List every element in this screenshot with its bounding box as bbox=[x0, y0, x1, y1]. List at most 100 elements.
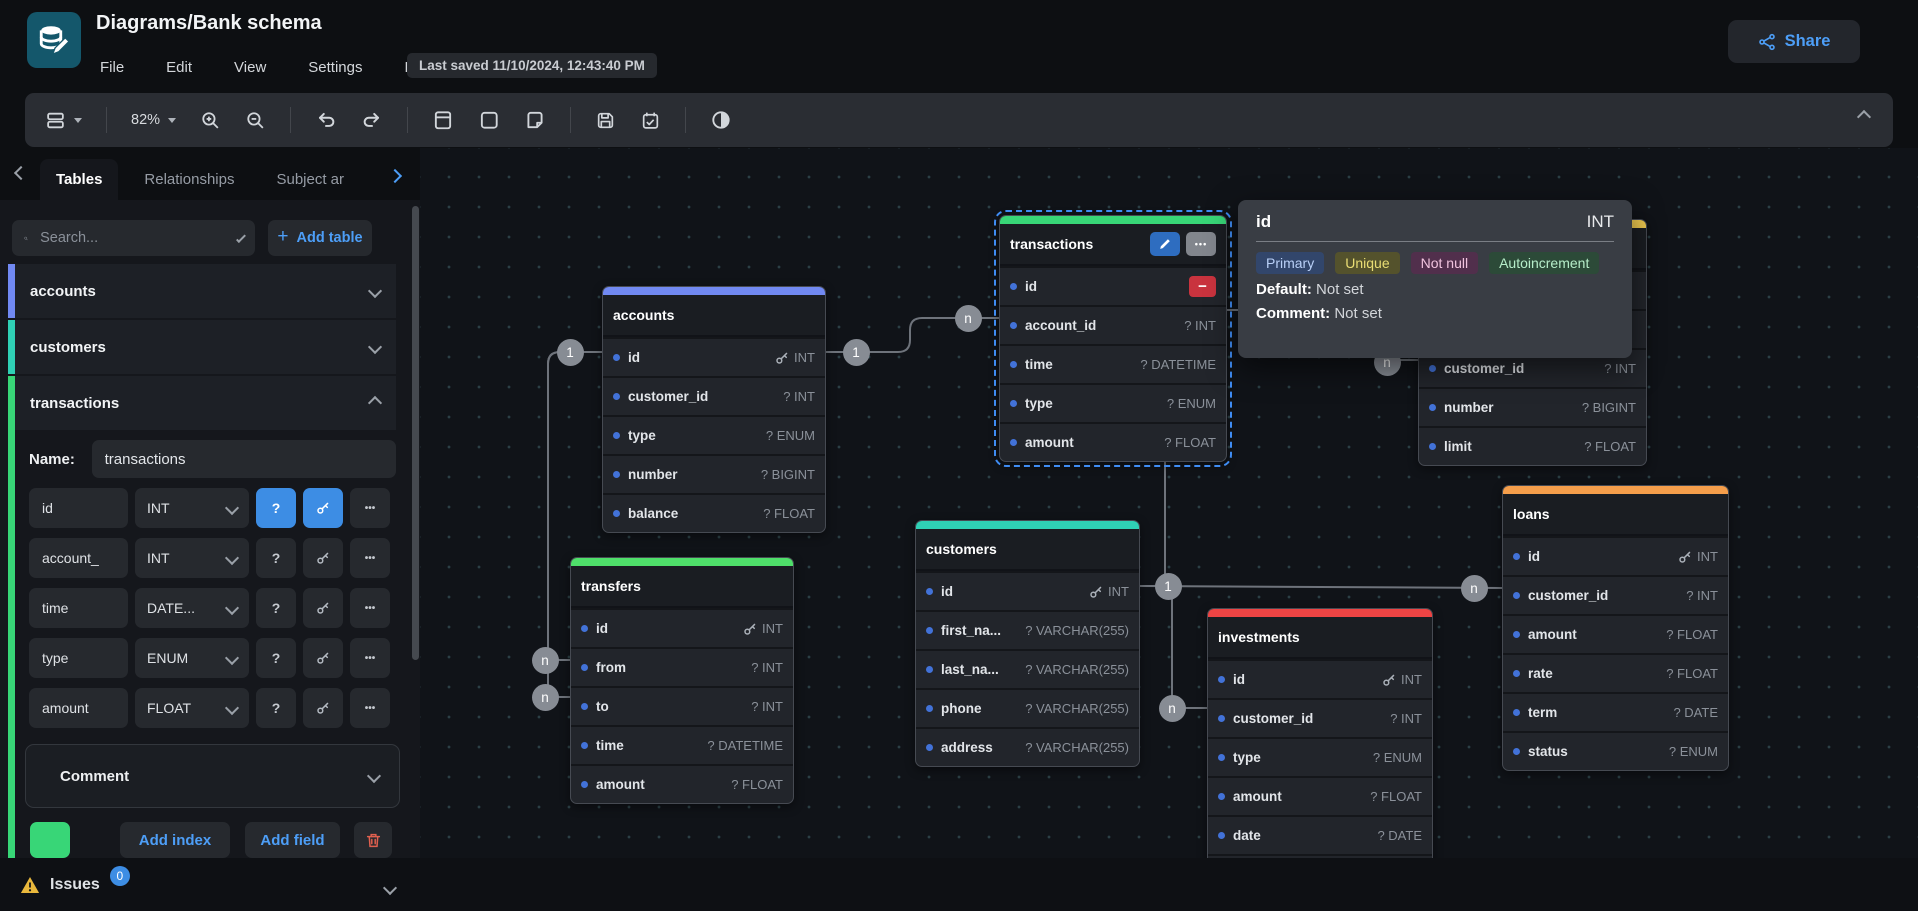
redo-button[interactable] bbox=[361, 109, 383, 131]
nullable-toggle-button[interactable]: ? bbox=[256, 638, 296, 678]
field-type-dropdown[interactable]: FLOAT bbox=[135, 688, 249, 728]
table-header[interactable]: transfers bbox=[571, 566, 793, 608]
table-field-row[interactable]: amount? FLOAT bbox=[1000, 422, 1226, 461]
table-field-row[interactable]: date? DATE bbox=[1208, 815, 1432, 854]
tabs-scroll-left-button[interactable] bbox=[10, 159, 32, 189]
table-field-row[interactable]: number? BIGINT bbox=[603, 454, 825, 493]
tab-relationships[interactable]: Relationships bbox=[128, 159, 250, 200]
canvas-table-accounts[interactable]: accountsidINTcustomer_id? INTtype? ENUMn… bbox=[602, 286, 826, 533]
sidebar-scrollbar[interactable] bbox=[412, 206, 419, 660]
table-field-row[interactable]: balance? FLOAT bbox=[603, 493, 825, 532]
field-name-button[interactable]: type bbox=[29, 638, 128, 678]
field-more-options-button[interactable]: ••• bbox=[350, 488, 390, 528]
add-area-tool-button[interactable] bbox=[478, 109, 500, 131]
field-more-options-button[interactable]: ••• bbox=[350, 638, 390, 678]
field-name-button[interactable]: id bbox=[29, 488, 128, 528]
nullable-toggle-button[interactable]: ? bbox=[256, 538, 296, 578]
table-field-row[interactable]: time? DATETIME bbox=[571, 725, 793, 764]
nullable-toggle-button[interactable]: ? bbox=[256, 488, 296, 528]
table-field-row[interactable]: first_na...? VARCHAR(255) bbox=[916, 610, 1139, 649]
table-field-row[interactable]: from? INT bbox=[571, 647, 793, 686]
primary-key-toggle-button[interactable] bbox=[303, 688, 343, 728]
toolbar-collapse-button[interactable] bbox=[1859, 109, 1869, 127]
table-name-input[interactable] bbox=[92, 440, 396, 478]
drawdb-logo-icon[interactable] bbox=[27, 12, 81, 68]
table-field-row[interactable]: idINT bbox=[1208, 659, 1432, 698]
zoom-in-button[interactable] bbox=[200, 110, 221, 131]
view-mode-button[interactable] bbox=[45, 110, 82, 131]
issues-label[interactable]: Issues bbox=[50, 876, 100, 894]
table-header[interactable]: transactions••• bbox=[1000, 224, 1226, 266]
table-accordion-header[interactable]: transactions bbox=[8, 376, 396, 430]
table-field-row[interactable]: account_id? INT bbox=[1000, 305, 1226, 344]
table-field-row[interactable]: idINT bbox=[1503, 536, 1728, 575]
field-name-button[interactable]: time bbox=[29, 588, 128, 628]
table-field-row[interactable]: customer_id? INT bbox=[1208, 698, 1432, 737]
nullable-toggle-button[interactable]: ? bbox=[256, 688, 296, 728]
canvas-table-customers[interactable]: customersidINTfirst_na...? VARCHAR(255)l… bbox=[915, 520, 1140, 767]
table-field-row[interactable]: time? DATETIME bbox=[1000, 344, 1226, 383]
edit-table-button[interactable] bbox=[1150, 232, 1180, 256]
menu-item-edit[interactable]: Edit bbox=[160, 56, 198, 79]
table-field-row[interactable]: status? ENUM bbox=[1503, 731, 1728, 770]
search-box[interactable] bbox=[12, 220, 255, 256]
table-header[interactable]: accounts bbox=[603, 295, 825, 337]
tab-tables[interactable]: Tables bbox=[40, 159, 118, 200]
table-field-row[interactable]: amount? FLOAT bbox=[571, 764, 793, 803]
table-field-row[interactable]: amount? FLOAT bbox=[1208, 776, 1432, 815]
comment-section[interactable]: Comment bbox=[25, 744, 400, 808]
table-field-row[interactable]: idINT bbox=[571, 608, 793, 647]
table-field-row[interactable]: address? VARCHAR(255) bbox=[916, 727, 1139, 766]
primary-key-toggle-button[interactable] bbox=[303, 588, 343, 628]
delete-field-button[interactable]: − bbox=[1189, 276, 1216, 297]
add-table-tool-button[interactable] bbox=[432, 109, 454, 131]
tabs-scroll-right-button[interactable] bbox=[390, 168, 400, 186]
table-field-row[interactable]: customer_id? INT bbox=[603, 376, 825, 415]
table-field-row[interactable]: type? ENUM bbox=[1208, 737, 1432, 776]
primary-key-toggle-button[interactable] bbox=[303, 538, 343, 578]
issues-collapse-button[interactable] bbox=[385, 880, 395, 898]
table-field-row[interactable]: limit? FLOAT bbox=[1419, 426, 1646, 465]
canvas-table-transfers[interactable]: transfersidINTfrom? INTto? INTtime? DATE… bbox=[570, 557, 794, 804]
table-header[interactable]: loans bbox=[1503, 494, 1728, 536]
table-field-row[interactable]: type? ENUM bbox=[603, 415, 825, 454]
field-more-options-button[interactable]: ••• bbox=[350, 688, 390, 728]
zoom-level-dropdown[interactable]: 82% bbox=[131, 112, 176, 128]
field-type-dropdown[interactable]: INT bbox=[135, 488, 249, 528]
table-field-row[interactable]: amount? FLOAT bbox=[1503, 614, 1728, 653]
table-header[interactable]: investments bbox=[1208, 617, 1432, 659]
table-field-row[interactable]: type? ENUM bbox=[1000, 383, 1226, 422]
table-field-row[interactable]: last_na...? VARCHAR(255) bbox=[916, 649, 1139, 688]
menu-item-file[interactable]: File bbox=[94, 56, 130, 79]
todo-button[interactable] bbox=[640, 110, 661, 131]
field-more-options-button[interactable]: ••• bbox=[350, 538, 390, 578]
table-field-row[interactable]: phone? VARCHAR(255) bbox=[916, 688, 1139, 727]
table-field-row[interactable]: rate? FLOAT bbox=[1503, 653, 1728, 692]
table-field-row[interactable]: to? INT bbox=[571, 686, 793, 725]
primary-key-toggle-button[interactable] bbox=[303, 638, 343, 678]
undo-button[interactable] bbox=[315, 109, 337, 131]
field-name-button[interactable]: account_ bbox=[29, 538, 128, 578]
add-index-button[interactable]: Add index bbox=[120, 822, 230, 858]
canvas-table-investments[interactable]: investmentsidINTcustomer_id? INTtype? EN… bbox=[1207, 608, 1433, 894]
menu-item-view[interactable]: View bbox=[228, 56, 272, 79]
table-more-options-button[interactable]: ••• bbox=[1186, 232, 1216, 256]
table-color-swatch[interactable] bbox=[30, 822, 70, 858]
nullable-toggle-button[interactable]: ? bbox=[256, 588, 296, 628]
field-name-button[interactable]: amount bbox=[29, 688, 128, 728]
sidebar-item-accounts[interactable]: accounts bbox=[8, 264, 396, 318]
table-field-row[interactable]: term? DATE bbox=[1503, 692, 1728, 731]
share-button[interactable]: Share bbox=[1728, 20, 1860, 63]
add-note-tool-button[interactable] bbox=[524, 109, 546, 131]
add-field-button[interactable]: Add field bbox=[245, 822, 340, 858]
theme-contrast-button[interactable] bbox=[710, 109, 732, 131]
delete-table-button[interactable] bbox=[354, 822, 392, 858]
sidebar-item-customers[interactable]: customers bbox=[8, 320, 396, 374]
table-field-row[interactable]: id− bbox=[1000, 266, 1226, 305]
canvas-table-transactions[interactable]: transactions•••id−account_id? INTtime? D… bbox=[999, 215, 1227, 462]
field-more-options-button[interactable]: ••• bbox=[350, 588, 390, 628]
search-input[interactable] bbox=[38, 229, 229, 247]
table-field-row[interactable]: number? BIGINT bbox=[1419, 387, 1646, 426]
field-type-dropdown[interactable]: ENUM bbox=[135, 638, 249, 678]
table-header[interactable]: customers bbox=[916, 529, 1139, 571]
